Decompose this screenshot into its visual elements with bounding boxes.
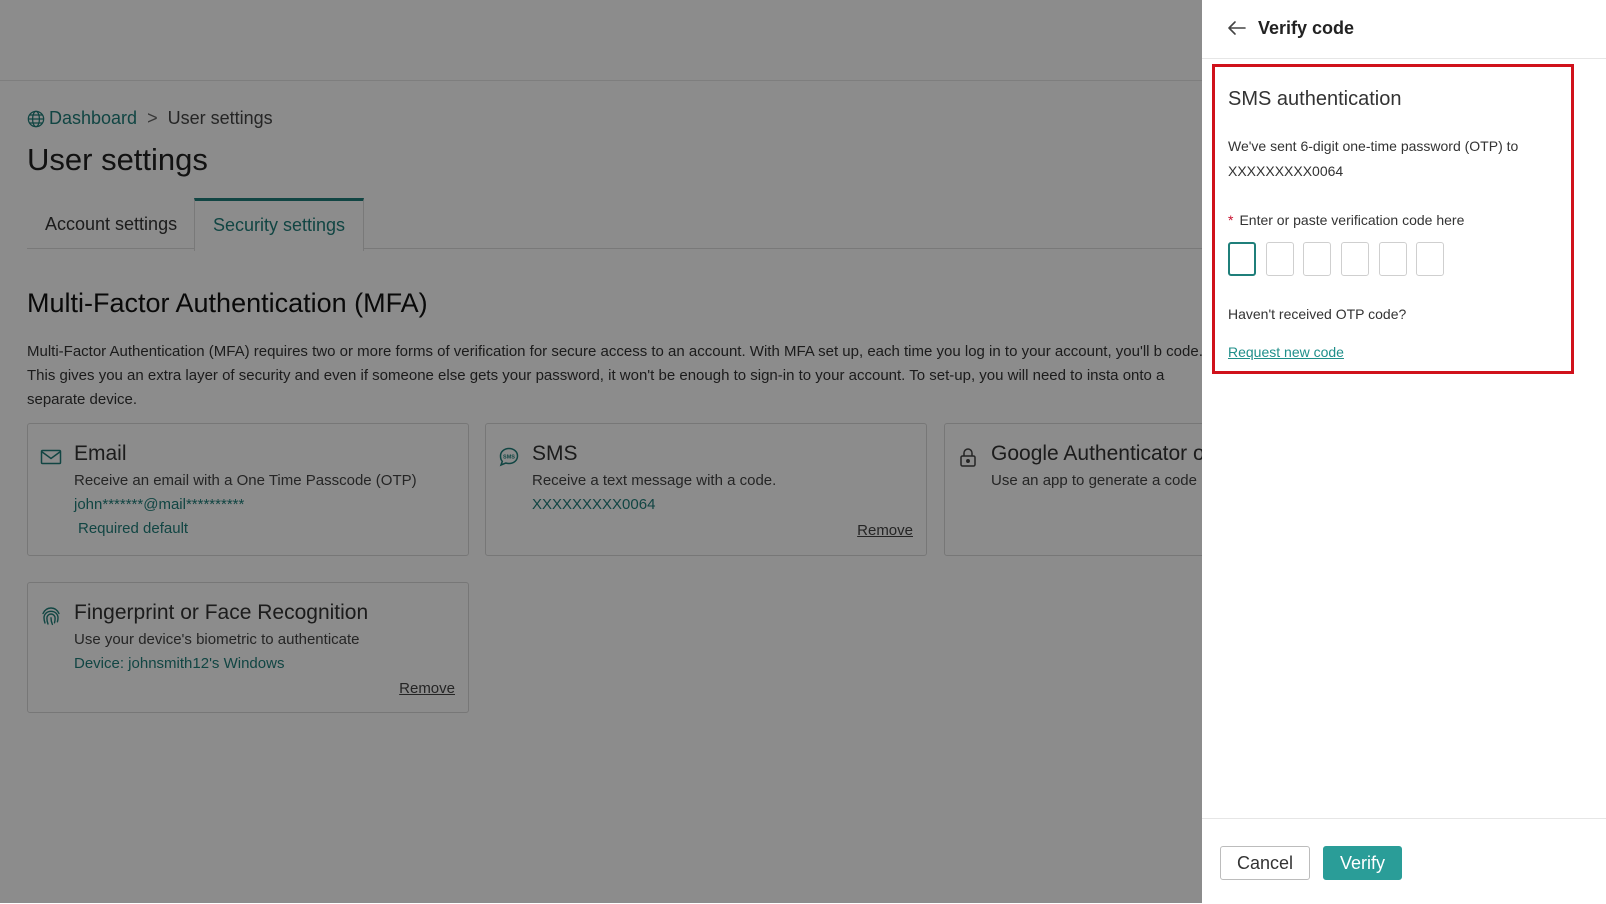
otp-digit-1[interactable]	[1228, 242, 1256, 276]
panel-header: Verify code	[1202, 0, 1606, 59]
otp-digit-6[interactable]	[1416, 242, 1444, 276]
panel-title: Verify code	[1258, 18, 1355, 38]
cancel-button[interactable]: Cancel	[1220, 846, 1310, 880]
verification-code-label-text: Enter or paste verification code here	[1239, 212, 1465, 228]
otp-sent-message: We've sent 6-digit one-time password (OT…	[1228, 138, 1519, 179]
otp-digit-5[interactable]	[1379, 242, 1407, 276]
panel-footer: Cancel Verify	[1202, 818, 1606, 904]
sms-auth-title: SMS authentication	[1228, 88, 1402, 110]
verify-button[interactable]: Verify	[1323, 846, 1402, 880]
request-new-code-link[interactable]: Request new code	[1228, 344, 1344, 360]
otp-digit-3[interactable]	[1303, 242, 1331, 276]
back-arrow-icon[interactable]	[1226, 17, 1248, 39]
no-code-text: Haven't received OTP code?	[1228, 306, 1407, 322]
required-mark: *	[1228, 212, 1234, 228]
otp-digit-4[interactable]	[1341, 242, 1369, 276]
otp-digit-2[interactable]	[1266, 242, 1294, 276]
verification-code-label: * Enter or paste verification code here	[1228, 212, 1464, 228]
verify-code-panel: Verify code SMS authentication We've sen…	[1202, 0, 1606, 903]
